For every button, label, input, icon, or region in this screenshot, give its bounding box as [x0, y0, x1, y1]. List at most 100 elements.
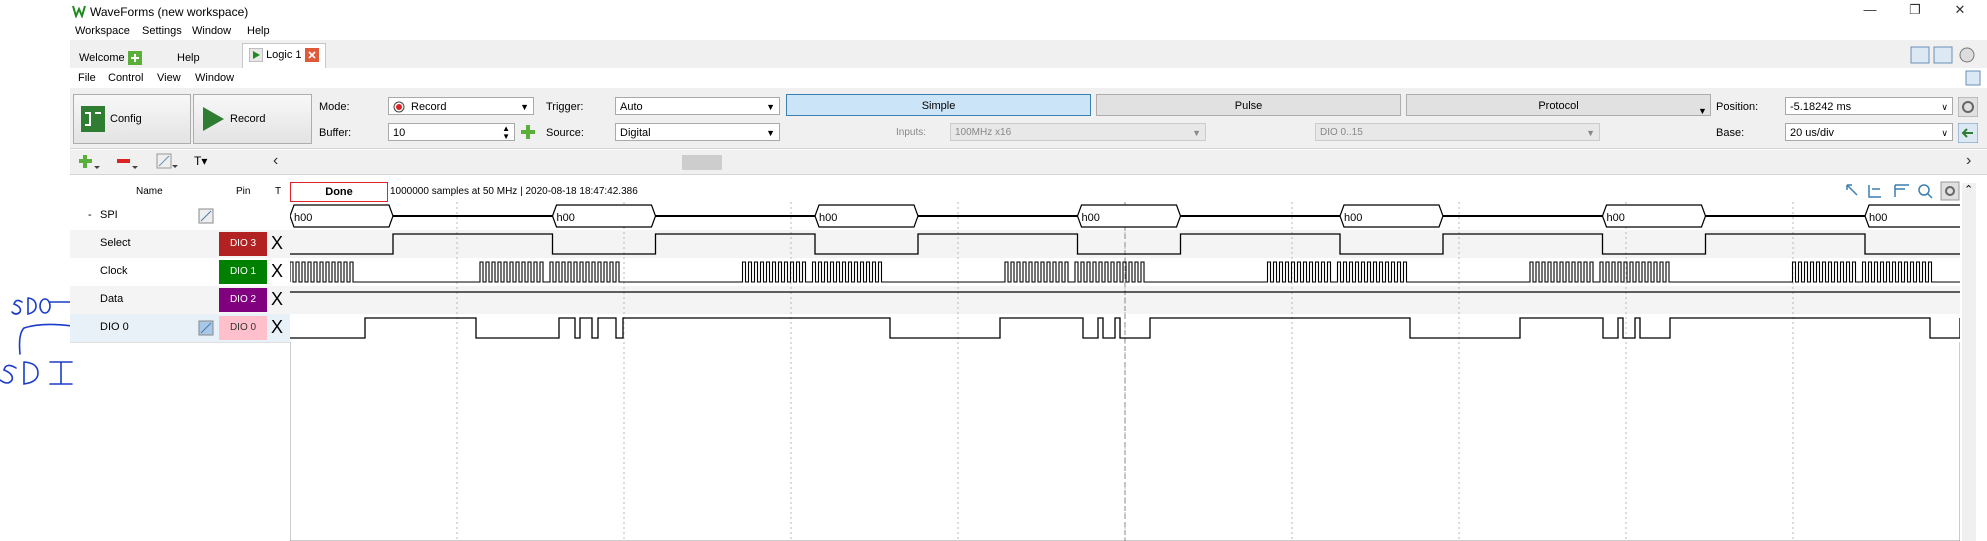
scroll-left-icon[interactable]: ‹ [273, 152, 278, 170]
channel-name: SPI [100, 209, 118, 221]
channel-pin-badge[interactable]: DIO 0 [219, 316, 267, 340]
restore-button[interactable]: ❐ [1895, 2, 1935, 20]
waveforms-logo-icon [72, 5, 86, 18]
chevron-down-icon: ▼ [1586, 128, 1595, 138]
close-window-button[interactable]: ✕ [1940, 2, 1980, 20]
record-dot-icon [393, 101, 405, 113]
minimize-button[interactable]: — [1850, 2, 1890, 20]
trigger-dontcare-icon[interactable]: X [271, 318, 283, 336]
menu-settings[interactable]: Settings [142, 25, 182, 37]
dock-icon[interactable] [1965, 70, 1981, 86]
cursor-tools [1846, 181, 1960, 201]
menu-window[interactable]: Window [192, 25, 231, 37]
trigger-protocol-button[interactable]: Protocol [1406, 94, 1711, 116]
trigger-dontcare-icon[interactable]: X [271, 262, 283, 280]
menu-view[interactable]: View [157, 72, 181, 84]
config-button[interactable]: Config [73, 94, 191, 144]
tab-logic-1[interactable]: Logic 1 [242, 43, 326, 69]
gear-icon[interactable] [1958, 97, 1978, 117]
tab-logic-1-label: Logic 1 [266, 49, 302, 61]
position-value: -5.18242 ms [1790, 101, 1852, 113]
spi-bus-value: h00 [1082, 212, 1100, 224]
scroll-right-icon[interactable]: › [1966, 152, 1971, 170]
spin-icon[interactable]: ▲ ▼ [502, 125, 510, 141]
trigger-simple-button[interactable]: Simple [786, 94, 1091, 116]
spi-bus-value: h00 [294, 212, 312, 224]
buffer-input[interactable]: 10 ▲ ▼ [388, 123, 515, 141]
channel-edit-icon[interactable] [198, 208, 214, 224]
acquisition-toolbar: Config Record Mode: Record ▼ Buffer: 10 … [70, 88, 1987, 149]
record-label: Record [230, 113, 266, 125]
remove-channel-icon[interactable] [116, 154, 138, 170]
tab-help[interactable]: Help [170, 46, 207, 70]
trigger-select[interactable]: Auto ▼ [615, 97, 780, 115]
zoom-icon[interactable] [1918, 184, 1930, 196]
mode-value: Record [411, 101, 447, 113]
cursor-select-icon[interactable] [1846, 184, 1858, 196]
trigger-pulse-button[interactable]: Pulse [1096, 94, 1401, 116]
channel-pin-badge[interactable]: DIO 1 [219, 260, 267, 284]
tab-welcome[interactable]: Welcome [72, 46, 149, 70]
trigger-value: Auto [620, 101, 643, 113]
channel-name: DIO 0 [100, 321, 129, 333]
chevron-down-icon: ▼ [520, 102, 529, 112]
menu-file[interactable]: File [78, 72, 96, 84]
mode-label: Mode: [319, 101, 350, 113]
buffer-label: Buffer: [319, 127, 352, 139]
play-icon [249, 48, 263, 63]
collapse-icon[interactable]: - [88, 209, 92, 221]
text-tool-icon[interactable]: T▾ [194, 154, 207, 168]
position-label: Position: [1716, 101, 1759, 113]
window-title: WaveForms (new workspace) [90, 5, 249, 19]
spi-bus-value: h00 [1607, 212, 1625, 224]
acquisition-info: 1000000 samples at 50 MHz | 2020-08-18 1… [390, 186, 638, 197]
tab-bar: Welcome Help Logic 1 [70, 40, 1987, 69]
channel-pin-badge[interactable]: DIO 2 [219, 288, 267, 312]
time-scrollbar-thumb[interactable] [682, 155, 722, 170]
vertical-scrollbar[interactable]: ⌃ [1962, 183, 1976, 541]
channel-edit-icon[interactable] [198, 320, 214, 336]
scroll-up-icon[interactable]: ⌃ [1964, 183, 1973, 196]
channel-toolbar: T▾ ‹ › [70, 150, 1987, 175]
chevron-down-icon: ∨ [1941, 102, 1948, 112]
align-top-icon[interactable] [1894, 184, 1909, 197]
trigger-dontcare-icon[interactable]: X [271, 290, 283, 308]
buffer-value: 10 [393, 127, 406, 139]
trigger-dontcare-icon[interactable]: X [271, 234, 283, 252]
mode-select[interactable]: Record ▼ [388, 97, 534, 115]
source-value: Digital [620, 127, 651, 139]
tab-help-label: Help [177, 52, 200, 64]
inputs-value: 100MHz x16 [955, 127, 1012, 138]
source-select[interactable]: Digital ▼ [615, 123, 780, 141]
waveform-plot[interactable]: h00 h00 h00 h00 h00 h00 h00 [290, 202, 1960, 541]
menu-workspace[interactable]: Workspace [75, 25, 130, 37]
spi-bus-value: h00 [819, 212, 837, 224]
add-buffer-icon[interactable] [520, 124, 536, 140]
close-tab-icon[interactable] [304, 48, 319, 63]
channel-name: Select [100, 237, 131, 249]
instrument-menu: File Control View Window [70, 68, 1987, 88]
menu-control[interactable]: Control [108, 72, 143, 84]
position-input[interactable]: -5.18242 ms ∨ [1785, 97, 1953, 115]
edit-channel-icon[interactable] [156, 153, 178, 170]
channel-pin-badge[interactable]: DIO 3 [219, 232, 267, 256]
add-icon[interactable] [127, 51, 142, 66]
add-channel-icon[interactable] [78, 154, 100, 170]
dio-select: DIO 0..15 ▼ [1315, 123, 1600, 141]
layout-icons[interactable] [1910, 46, 1980, 64]
channel-name: Data [100, 293, 124, 305]
chevron-down-icon: ▼ [766, 102, 775, 112]
header-pin: Pin [236, 186, 251, 197]
spi-bus-value: h00 [1869, 212, 1887, 224]
inputs-select: 100MHz x16 ▼ [950, 123, 1206, 141]
arrow-left-icon[interactable] [1958, 123, 1978, 143]
record-button[interactable]: Record [193, 94, 312, 144]
base-input[interactable]: 20 us/div ∨ [1785, 123, 1953, 141]
channel-name: Clock [100, 265, 128, 277]
chevron-down-icon[interactable]: ▼ [1698, 106, 1707, 116]
menu-window-2[interactable]: Window [195, 72, 234, 84]
align-left-icon[interactable] [1868, 185, 1881, 198]
header-t: T [275, 186, 282, 197]
settings-gear-icon[interactable] [1940, 181, 1960, 201]
menu-help[interactable]: Help [247, 25, 270, 37]
